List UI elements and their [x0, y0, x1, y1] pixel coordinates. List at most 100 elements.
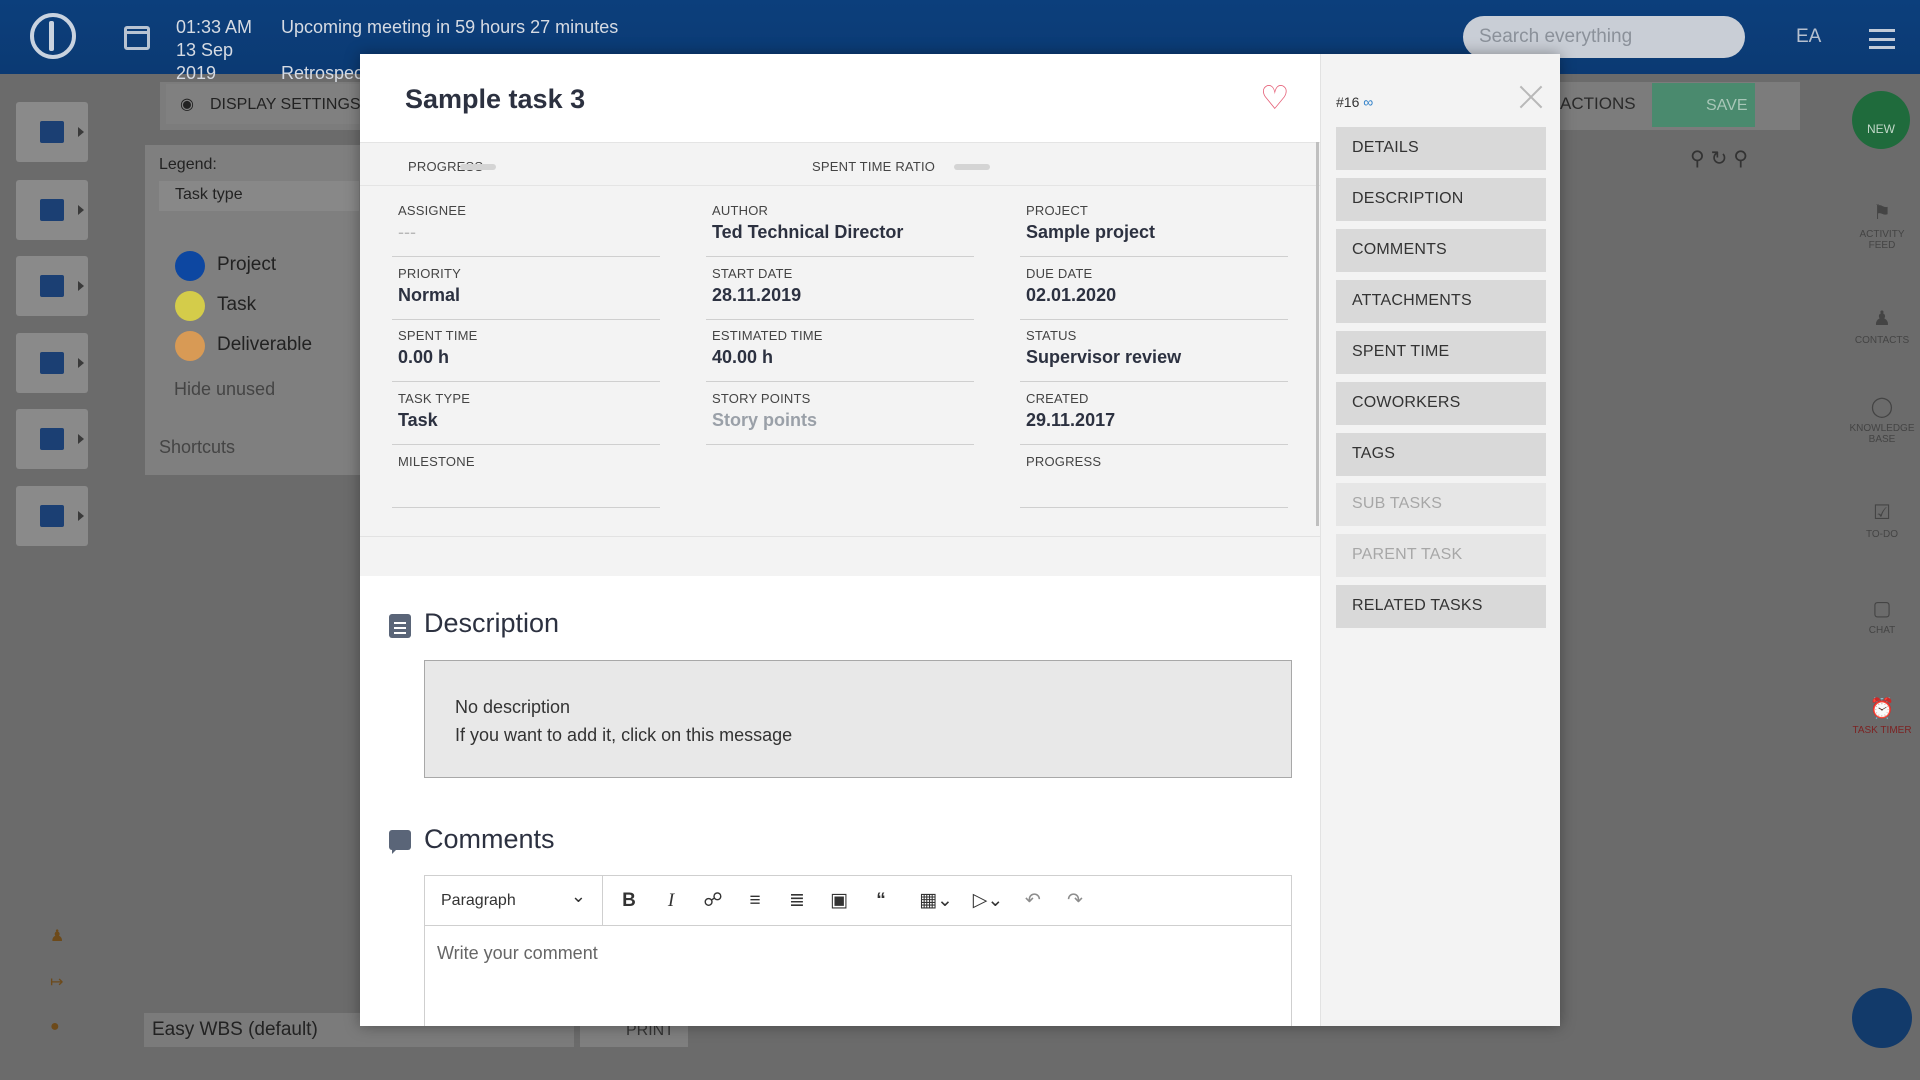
current-date: 13 Sep 2019 — [176, 40, 234, 83]
paragraph-style-select[interactable]: Paragraph — [425, 876, 603, 925]
dashboard-icon — [40, 121, 64, 143]
hamburger-menu-icon[interactable] — [1869, 29, 1895, 49]
wbs-rail-button[interactable] — [16, 180, 88, 240]
link-icon[interactable]: ☍ — [699, 888, 727, 914]
table-icon[interactable]: ▦⌄ — [915, 888, 957, 914]
nav-attachments[interactable]: ATTACHMENTS — [1336, 280, 1546, 323]
field-created[interactable]: CREATED 29.11.2017 — [1020, 384, 1288, 445]
field-story-points[interactable]: STORY POINTS Story points — [706, 384, 974, 445]
field-label: PROGRESS — [1026, 454, 1102, 469]
zoom-controls[interactable]: ⚲↻⚲ — [1690, 146, 1754, 171]
task-id-link[interactable]: #16 ∞ — [1336, 94, 1373, 110]
field-label: MILESTONE — [398, 454, 475, 469]
rail-label: TASK TIMER — [1852, 725, 1912, 736]
field-value: 29.11.2017 — [1026, 410, 1116, 430]
legend-select[interactable]: Task type — [159, 181, 359, 211]
add-user-icon[interactable]: ♟ — [50, 926, 64, 946]
bulleted-list-icon[interactable]: ≡ — [741, 888, 769, 914]
nav-related-tasks[interactable]: RELATED TASKS — [1336, 585, 1546, 628]
new-button[interactable]: NEW — [1852, 91, 1910, 149]
close-icon[interactable] — [1518, 84, 1544, 110]
task-title[interactable]: Sample task 3 — [405, 84, 585, 115]
field-start-date[interactable]: START DATE 28.11.2019 — [706, 259, 974, 320]
field-value: 0.00 h — [398, 347, 450, 367]
user-avatar[interactable]: EA — [1796, 26, 1821, 48]
field-progress[interactable]: PROGRESS — [1020, 447, 1288, 508]
field-value: 02.01.2020 — [1026, 285, 1117, 305]
scrollbar[interactable] — [1316, 142, 1319, 526]
field-estimated-time[interactable]: ESTIMATED TIME 40.00 h — [706, 321, 974, 382]
hierarchy-icon — [40, 199, 64, 221]
field-status[interactable]: STATUS Supervisor review — [1020, 321, 1288, 382]
rail-label: CONTACTS — [1854, 335, 1910, 346]
field-value: --- — [398, 222, 416, 242]
redo-icon[interactable]: ↷ — [1061, 888, 1089, 914]
calendar-icon[interactable] — [124, 26, 150, 50]
media-embed-icon[interactable]: ▷⌄ — [967, 888, 1009, 914]
activity-feed-link[interactable]: ⚑ ACTIVITY FEED — [1845, 200, 1919, 251]
support-chat-bubble[interactable] — [1852, 988, 1912, 1048]
chat-link[interactable]: ▢ CHAT — [1845, 596, 1919, 636]
field-label: SPENT TIME — [398, 328, 478, 343]
tasks-rail-button[interactable] — [16, 256, 88, 316]
field-assignee[interactable]: ASSIGNEE --- — [392, 196, 660, 257]
field-value: 28.11.2019 — [712, 285, 802, 305]
field-priority[interactable]: PRIORITY Normal — [392, 259, 660, 320]
field-label: STORY POINTS — [712, 391, 811, 406]
hide-unused-link[interactable]: Hide unused — [174, 379, 275, 400]
list-icon — [40, 352, 64, 374]
nav-spent-time[interactable]: SPENT TIME — [1336, 331, 1546, 374]
field-spent-time[interactable]: SPENT TIME 0.00 h — [392, 321, 660, 382]
blockquote-icon[interactable]: “ — [867, 888, 895, 914]
editor-toolbar: Paragraph B I ☍ ≡ ≣ ▣ “ ▦⌄ ▷⌄ ↶ ↷ — [425, 876, 1291, 926]
field-project[interactable]: PROJECT Sample project — [1020, 196, 1288, 257]
field-due-date[interactable]: DUE DATE 02.01.2020 — [1020, 259, 1288, 320]
bold-icon[interactable]: B — [615, 888, 643, 914]
field-label: START DATE — [712, 266, 793, 281]
field-label: CREATED — [1026, 391, 1089, 406]
dropbox-rail-button[interactable] — [16, 409, 88, 469]
nav-description[interactable]: DESCRIPTION — [1336, 178, 1546, 221]
nav-coworkers[interactable]: COWORKERS — [1336, 382, 1546, 425]
display-settings-button[interactable]: DISPLAY SETTINGS — [166, 84, 366, 124]
favorite-heart-icon[interactable]: ♡ — [1260, 78, 1290, 117]
field-value: Task — [398, 410, 438, 430]
chat-icon: ▢ — [1872, 598, 1892, 620]
dashboard-rail-button[interactable] — [16, 102, 88, 162]
field-milestone[interactable]: MILESTONE — [392, 447, 660, 508]
nav-comments[interactable]: COMMENTS — [1336, 229, 1546, 272]
nav-parent-task[interactable]: PARENT TASK — [1336, 534, 1546, 577]
current-time: 01:33 AM — [176, 17, 253, 37]
spent-ratio-label: SPENT TIME RATIO — [812, 159, 936, 174]
italic-icon[interactable]: I — [657, 888, 685, 914]
users-rail-button[interactable] — [16, 486, 88, 546]
comment-icon — [389, 830, 411, 854]
nav-sub-tasks[interactable]: SUB TASKS — [1336, 483, 1546, 526]
numbered-list-icon[interactable]: ≣ — [783, 888, 811, 914]
comment-input[interactable]: Write your comment — [437, 943, 598, 964]
image-icon[interactable]: ▣ — [825, 888, 853, 914]
rail-label: TO-DO — [1865, 529, 1899, 540]
description-placeholder-box[interactable]: No description If you want to add it, cl… — [424, 660, 1292, 778]
todo-link[interactable]: ☑ TO-DO — [1845, 500, 1919, 540]
task-timer-link[interactable]: ⏰ TASK TIMER — [1845, 696, 1919, 736]
field-author[interactable]: AUTHOR Ted Technical Director — [706, 196, 974, 257]
global-search-input[interactable]: Search everything — [1463, 16, 1745, 58]
logout-icon[interactable]: ↦ — [50, 972, 63, 992]
app-logo[interactable] — [30, 13, 76, 59]
nav-details[interactable]: DETAILS — [1336, 127, 1546, 170]
nav-tags[interactable]: TAGS — [1336, 433, 1546, 476]
info-icon[interactable]: ● — [50, 1018, 60, 1036]
field-task-type[interactable]: TASK TYPE Task — [392, 384, 660, 445]
knowledge-base-link[interactable]: ◯ KNOWLEDGE BASE — [1845, 394, 1919, 445]
save-button[interactable]: SAVE — [1652, 83, 1755, 127]
field-label: PRIORITY — [398, 266, 461, 281]
legend-label: Legend: — [159, 156, 217, 173]
shortcuts-label[interactable]: Shortcuts — [159, 437, 235, 458]
list-rail-button[interactable] — [16, 333, 88, 393]
actions-button[interactable]: ACTIONS — [1560, 94, 1636, 114]
legend-dot — [175, 331, 205, 361]
description-heading: Description — [424, 608, 560, 638]
contacts-link[interactable]: ♟ CONTACTS — [1845, 306, 1919, 346]
undo-icon[interactable]: ↶ — [1019, 888, 1047, 914]
